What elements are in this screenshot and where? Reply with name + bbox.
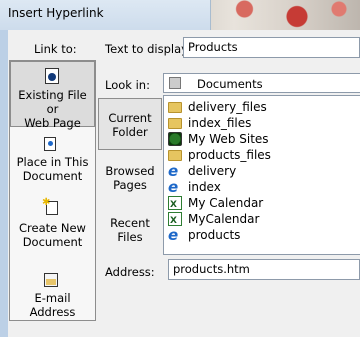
email-address-icon: [44, 273, 58, 287]
ie-page-icon: e: [168, 178, 179, 196]
link-email-address[interactable]: E-mail Address: [10, 271, 95, 319]
look-in-select[interactable]: Documents: [163, 73, 360, 93]
place-browsed-pages[interactable]: Browsed Pages: [98, 160, 162, 200]
file-name: products: [188, 228, 241, 242]
address-input[interactable]: products.htm: [168, 259, 360, 280]
file-name: My Web Sites: [188, 132, 269, 146]
link-existing-file-label: Existing File or Web Page: [18, 88, 87, 130]
web-page-file-icon: [45, 68, 59, 84]
file-list: delivery_files index_files My Web Sites …: [163, 95, 360, 255]
place-in-document-icon: [44, 137, 56, 151]
link-place-in-document[interactable]: Place in This Document: [10, 131, 95, 191]
text-to-display-input[interactable]: Products: [183, 37, 360, 58]
file-name: delivery_files: [188, 100, 267, 114]
place-current-folder[interactable]: Current Folder: [98, 98, 162, 150]
place-recent-files[interactable]: Recent Files: [98, 212, 162, 252]
ie-page-icon: e: [168, 162, 179, 180]
place-browsed-pages-label: Browsed Pages: [105, 164, 155, 192]
ie-page-icon: e: [168, 226, 179, 244]
look-in-label: Look in:: [105, 78, 150, 92]
link-place-label: Place in This Document: [16, 155, 89, 183]
file-name: My Calendar: [188, 196, 264, 210]
file-name: products_files: [188, 148, 271, 162]
folder-icon: [168, 102, 182, 113]
folder-icon: [168, 150, 182, 161]
text-to-display-value: Products: [188, 40, 238, 54]
file-name: index_files: [188, 116, 252, 130]
file-name: delivery: [188, 164, 237, 178]
link-to-label: Link to:: [34, 42, 77, 56]
text-to-display-label: Text to display:: [105, 42, 191, 56]
create-new-document-icon: ✱: [42, 198, 58, 215]
excel-file-icon: [168, 196, 182, 213]
link-create-new-document[interactable]: ✱ Create New Document: [10, 198, 95, 259]
file-name: MyCalendar: [188, 212, 260, 226]
address-label: Address:: [105, 265, 155, 279]
link-email-label: E-mail Address: [29, 291, 76, 319]
link-existing-file-web-page[interactable]: Existing File or Web Page: [10, 61, 95, 130]
places-bar: Current Folder Browsed Pages Recent Files: [98, 96, 162, 286]
place-recent-files-label: Recent Files: [110, 216, 150, 244]
link-to-bar: Existing File or Web Page Place in This Do…: [9, 60, 96, 321]
dialog-title: Insert Hyperlink: [8, 6, 104, 20]
folder-icon: [168, 118, 182, 129]
link-create-new-label: Create New Document: [19, 221, 86, 249]
place-current-folder-label: Current Folder: [108, 111, 152, 139]
web-sites-folder-icon: [168, 132, 182, 146]
file-name: index: [188, 180, 221, 194]
look-in-value: Documents: [197, 77, 263, 91]
excel-file-icon: [168, 212, 182, 229]
title-bar: Insert Hyperlink: [0, 0, 211, 30]
folder-icon: [169, 77, 181, 89]
address-value: products.htm: [173, 262, 250, 276]
